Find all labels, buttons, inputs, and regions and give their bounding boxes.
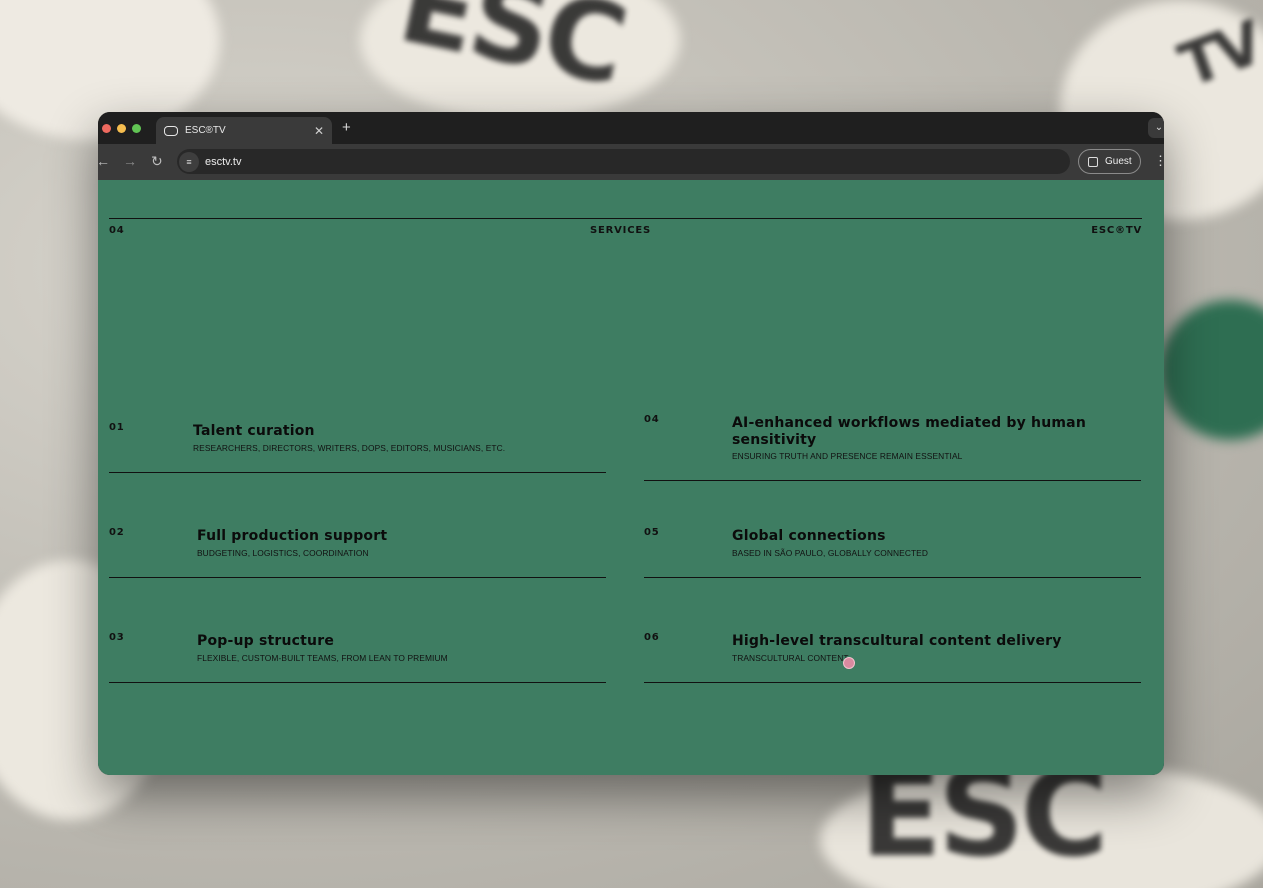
service-number: 03 [109,632,125,643]
profile-button[interactable]: Guest [1078,149,1141,174]
back-button[interactable]: ← [98,153,110,169]
service-divider [644,577,1141,578]
site-logo[interactable]: ESC®TV [1091,225,1142,236]
service-item: 04 AI-enhanced workflows mediated by hum… [644,413,1141,482]
service-divider [109,682,606,683]
minimize-window-button[interactable] [117,124,126,133]
service-title: Talent curation [193,423,315,439]
tab-title: ESC®TV [185,125,226,136]
service-number: 04 [644,414,660,425]
close-window-button[interactable] [102,124,111,133]
service-divider [109,472,606,473]
window-controls [102,124,141,133]
service-number: 05 [644,527,660,538]
browser-toolbar: ← → ↻ ≡ esctv.tv Guest ⋮ [98,144,1164,180]
new-tab-button[interactable]: + [342,119,351,136]
service-title: Global connections [732,528,886,544]
service-title: AI-enhanced workflows mediated by human … [732,415,1086,448]
service-item: 05 Global connections BASED IN SÃO PAULO… [644,526,1141,578]
service-subtitle: BUDGETING, LOGISTICS, COORDINATION [197,548,369,558]
person-icon [1088,156,1098,167]
service-item: 03 Pop-up structure FLEXIBLE, CUSTOM-BUI… [109,631,606,683]
service-number: 02 [109,527,125,538]
service-number: 06 [644,632,660,643]
browser-window: ESC®TV ✕ + ⌄ ← → ↻ ≡ esctv.tv Guest ⋮ 04… [98,112,1164,775]
favicon-icon [164,125,178,136]
maximize-window-button[interactable] [132,124,141,133]
service-divider [644,682,1141,683]
tab-search-button[interactable]: ⌄ [1148,118,1164,138]
service-subtitle: BASED IN SÃO PAULO, GLOBALLY CONNECTED [732,548,929,558]
service-subtitle: RESEARCHERS, DIRECTORS, WRITERS, DOPS, E… [193,443,506,453]
tab-bar: ESC®TV ✕ + ⌄ [98,112,1164,144]
service-subtitle: ENSURING TRUTH AND PRESENCE REMAIN ESSEN… [732,451,963,461]
section-title: SERVICES [590,225,651,236]
service-item: 02 Full production support BUDGETING, LO… [109,526,606,578]
page-viewport: 04 SERVICES ESC®TV 01 Talent curation RE… [98,180,1164,775]
browser-tab[interactable]: ESC®TV ✕ [156,117,332,144]
address-bar[interactable]: ≡ esctv.tv [177,149,1070,174]
tab-close-icon[interactable]: ✕ [314,124,324,138]
url-text: esctv.tv [205,155,242,168]
service-number: 01 [109,422,125,433]
service-divider [644,480,1141,481]
section-number: 04 [109,225,125,236]
service-title: Pop-up structure [197,633,335,649]
service-subtitle: FLEXIBLE, CUSTOM-BUILT TEAMS, FROM LEAN … [197,653,448,663]
profile-label: Guest [1105,156,1132,167]
browser-menu-icon[interactable]: ⋮ [1154,153,1164,169]
service-title: High-level transcultural content deliver… [732,633,1062,649]
mouse-cursor [843,657,855,669]
service-subtitle: TRANSCULTURAL CONTENT [732,653,849,663]
service-divider [109,577,606,578]
service-title: Full production support [197,528,388,544]
reload-button[interactable]: ↻ [151,153,163,170]
header-divider [109,218,1142,219]
service-item: 06 High-level transcultural content deli… [644,631,1141,683]
site-info-icon[interactable]: ≡ [179,151,199,172]
service-item: 01 Talent curation RESEARCHERS, DIRECTOR… [109,421,606,473]
forward-button[interactable]: → [123,153,137,169]
